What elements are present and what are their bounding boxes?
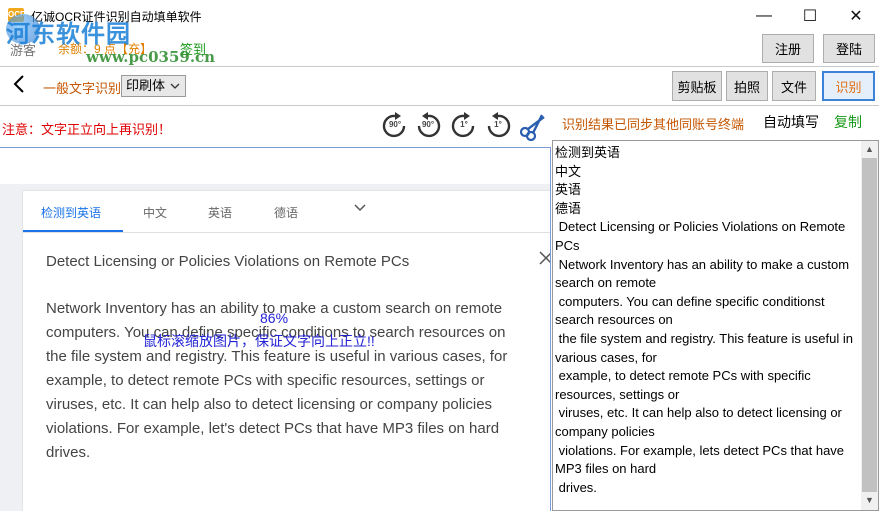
rotate-left-1-icon[interactable]: 1° xyxy=(449,111,479,141)
zoom-percent: 86% xyxy=(260,310,289,326)
rotate-label: 90° xyxy=(421,120,435,129)
title-bar: OCR 亿诚OCR证件识别自动填单软件 — ☐ ✕ xyxy=(0,0,879,31)
rotate-label: 1° xyxy=(494,120,502,129)
tab-chinese: 中文 xyxy=(143,206,168,220)
chevron-down-icon xyxy=(353,201,367,218)
scissors-icon[interactable] xyxy=(518,111,548,142)
result-text[interactable]: 检测到英语 中文 英语 德语 Detect Licensing or Polic… xyxy=(555,144,861,497)
result-textarea[interactable]: 检测到英语 中文 英语 德语 Detect Licensing or Polic… xyxy=(552,140,879,511)
sync-status: 识别结果已同步其他同账号终端 xyxy=(562,117,745,132)
watermark-url: www.pc0359.cn xyxy=(86,48,216,66)
zoom-hint: 鼠标滚缩放图片，保证文字向上正立!! xyxy=(143,333,375,349)
divider xyxy=(0,66,879,67)
photo-button[interactable]: 拍照 xyxy=(726,71,768,101)
close-button[interactable]: ✕ xyxy=(833,0,879,31)
back-arrow-icon[interactable] xyxy=(12,74,26,98)
scroll-down-icon[interactable]: ▼ xyxy=(861,492,878,509)
tab-detected-english: 检测到英语 xyxy=(41,206,102,220)
maximize-button[interactable]: ☐ xyxy=(787,0,833,31)
clipboard-button[interactable]: 剪贴板 xyxy=(672,71,722,101)
font-type-value: 印刷体 xyxy=(126,78,166,93)
tab-english: 英语 xyxy=(208,206,233,220)
scrollbar-thumb[interactable] xyxy=(862,158,877,492)
file-button[interactable]: 文件 xyxy=(772,71,816,101)
rotate-left-90-icon[interactable]: 90° xyxy=(380,111,410,141)
rotate-right-1-icon[interactable]: 1° xyxy=(483,111,513,141)
scrollbar[interactable]: ▲ ▼ xyxy=(861,141,878,510)
copy-button[interactable]: 复制 xyxy=(834,112,862,132)
orientation-notice: 注意：文字正立向上再识别！ xyxy=(2,122,172,137)
image-preview[interactable]: 检测到英语 中文 英语 德语 Detect Licensing or Polic… xyxy=(0,147,551,511)
minimize-button[interactable]: — xyxy=(741,0,787,31)
rotate-label: 1° xyxy=(460,120,468,129)
login-button[interactable]: 登陆 xyxy=(823,34,875,63)
divider xyxy=(23,232,550,233)
scroll-up-icon[interactable]: ▲ xyxy=(861,141,878,158)
rotate-label: 90° xyxy=(388,120,402,129)
watermark-site-name: 河东软件园 xyxy=(6,21,131,48)
divider xyxy=(0,105,879,106)
mode-label: 一般文字识别 xyxy=(43,81,122,96)
rotate-right-90-icon[interactable]: 90° xyxy=(413,111,443,141)
card-title: Detect Licensing or Policies Violations … xyxy=(46,253,410,270)
chevron-down-icon xyxy=(170,76,180,104)
tab-german: 德语 xyxy=(274,206,299,220)
autofill-button[interactable]: 自动填写 xyxy=(763,112,819,132)
font-type-select[interactable]: 印刷体 xyxy=(121,75,186,97)
close-icon xyxy=(539,249,550,270)
recognize-button[interactable]: 识别 xyxy=(822,71,875,101)
register-button[interactable]: 注册 xyxy=(762,34,814,63)
